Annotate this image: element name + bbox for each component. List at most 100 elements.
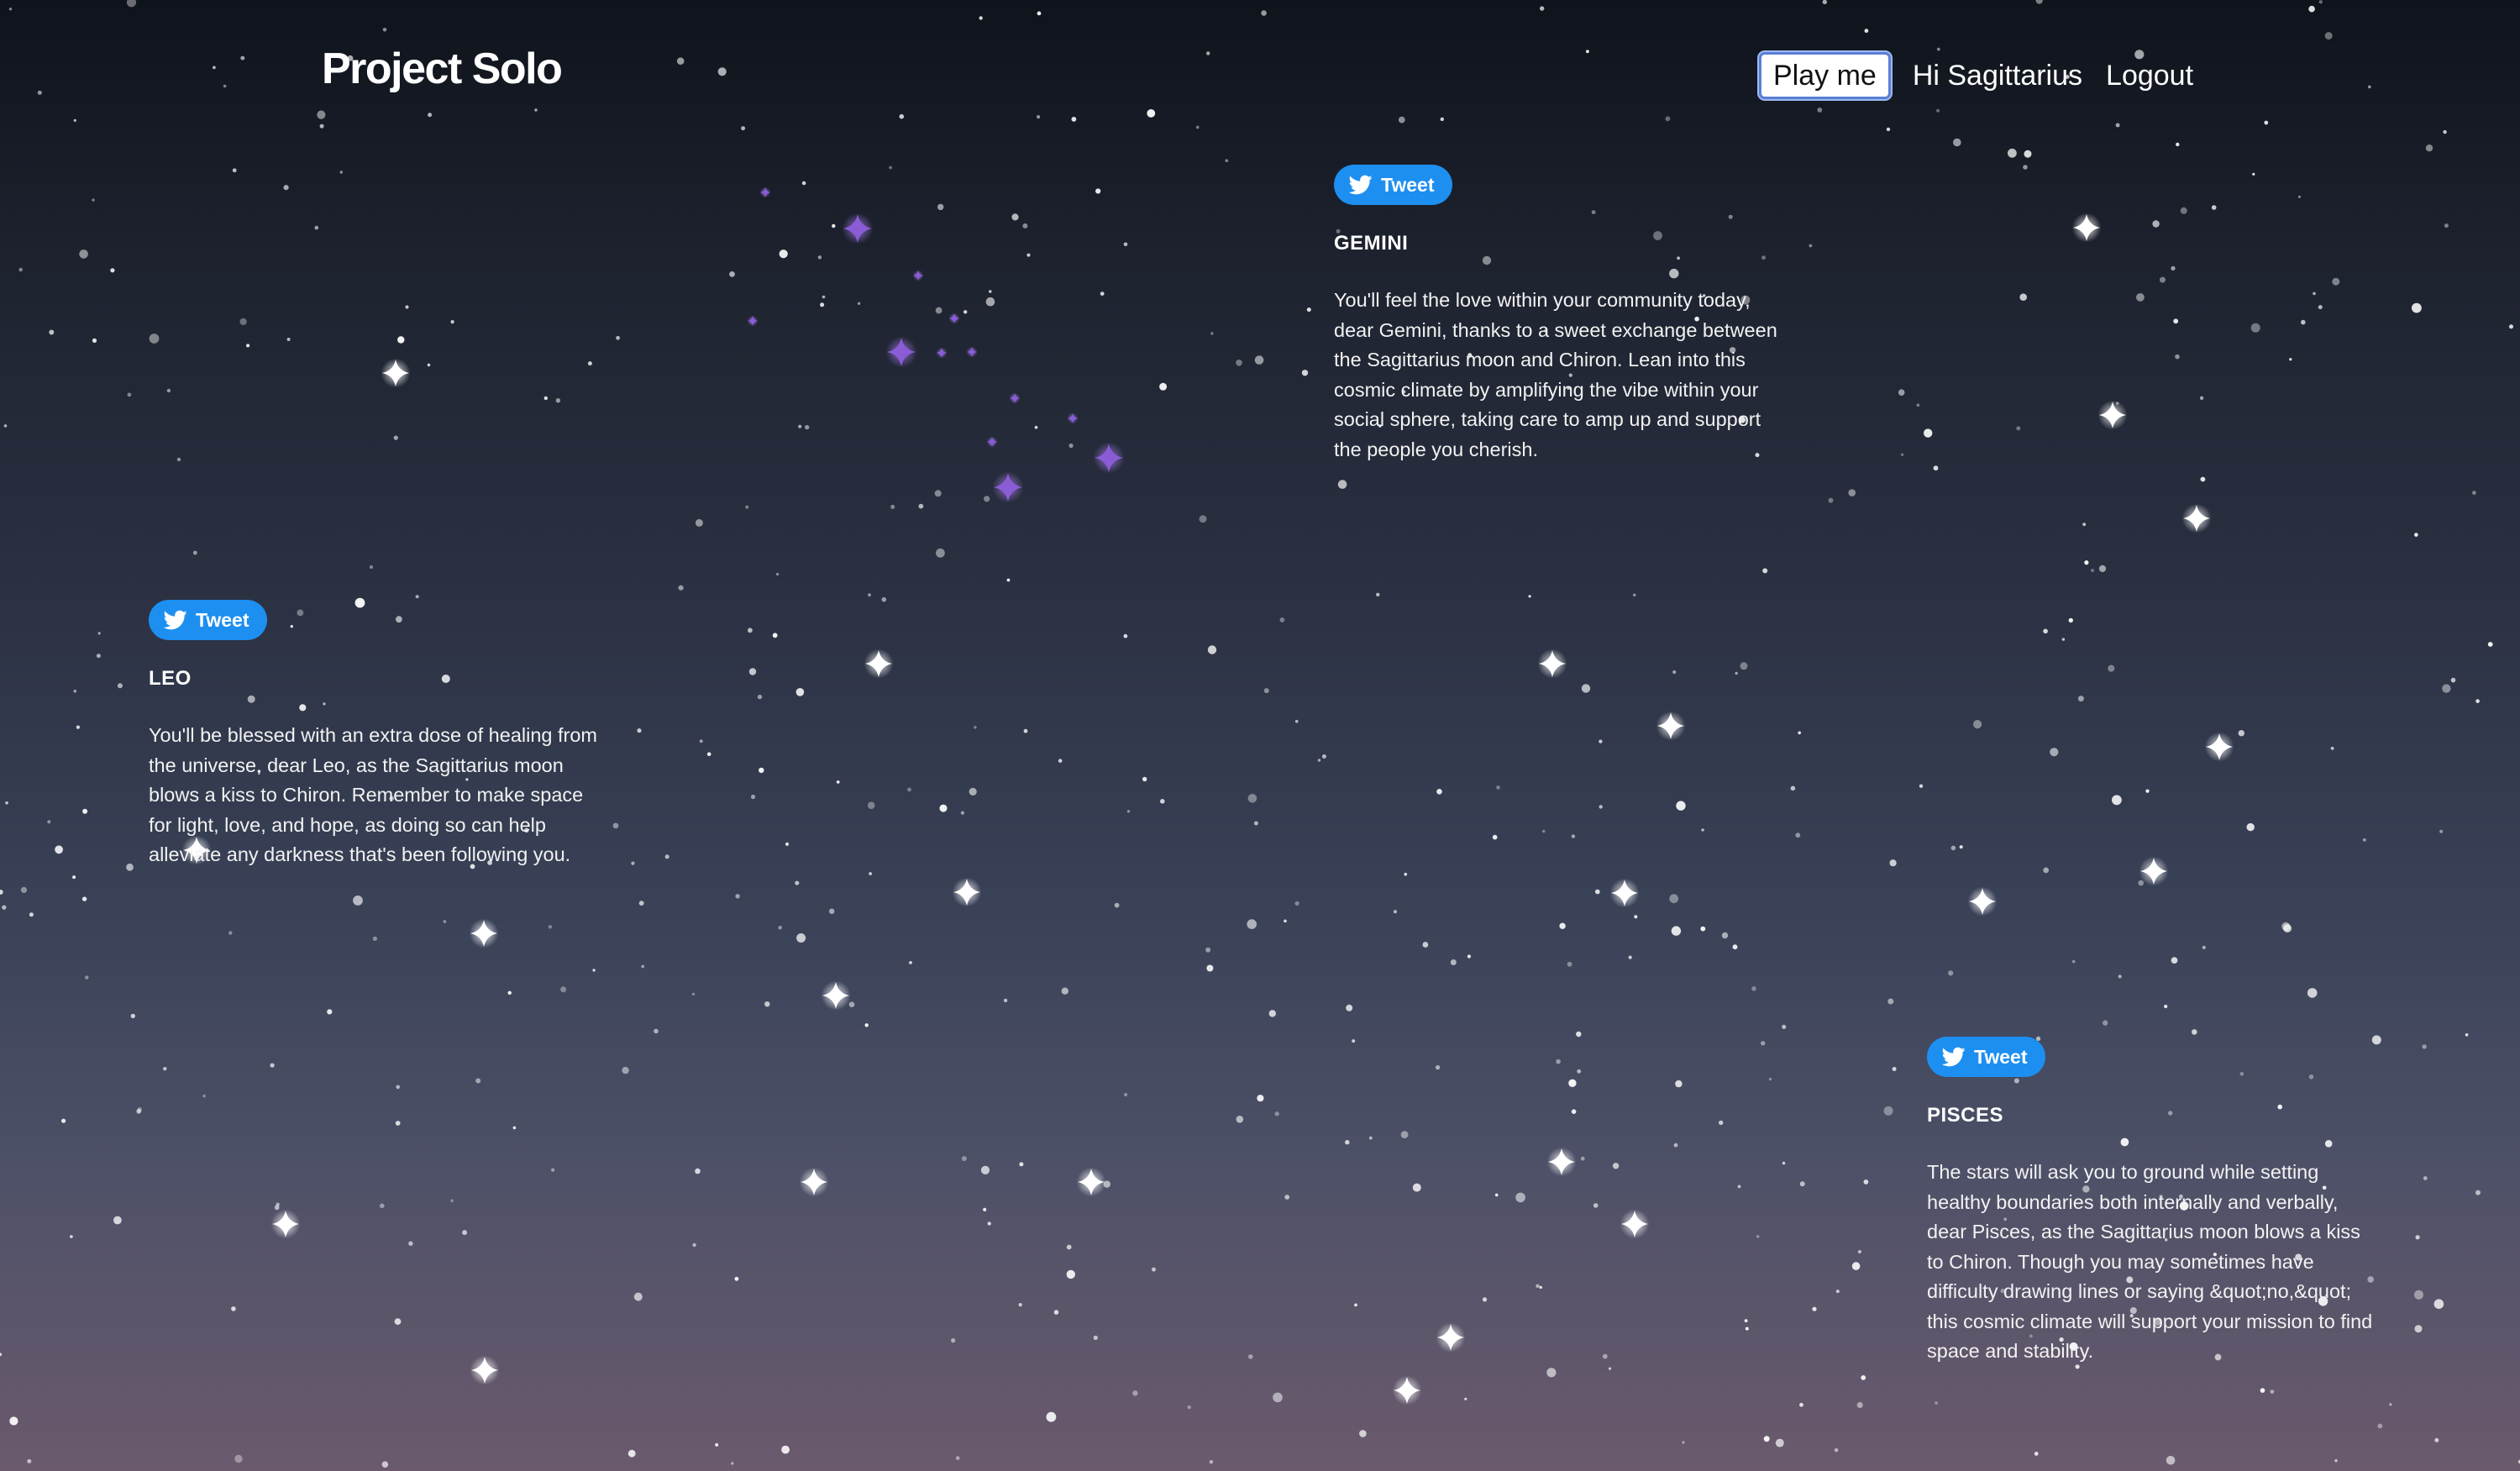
star-dot <box>5 801 8 805</box>
star-dot <box>1321 754 1326 759</box>
star-dot <box>979 16 983 20</box>
star-dot <box>1900 453 1904 456</box>
star-dot <box>1828 497 1834 503</box>
star-dot <box>20 886 28 893</box>
star-dot <box>327 1009 333 1015</box>
star-dot <box>393 435 398 440</box>
star-dot <box>117 683 123 689</box>
star-dot <box>798 424 802 428</box>
star-dot <box>1675 1080 1683 1088</box>
star-dot <box>795 688 805 696</box>
star-dot <box>1206 51 1210 55</box>
star-dot <box>2071 959 2076 964</box>
star-dot <box>1404 872 1408 876</box>
star-dot <box>1124 1093 1128 1096</box>
sparkle-star-icon <box>799 1167 829 1197</box>
star-dot <box>319 123 324 129</box>
star-dot <box>2116 402 2119 405</box>
star-dot <box>551 1168 555 1172</box>
star-dot <box>1599 739 1603 743</box>
star-dot <box>1665 116 1671 122</box>
star-dot <box>2250 323 2260 333</box>
star-dot <box>1886 127 1891 132</box>
star-dot <box>2 905 7 910</box>
star-dot <box>0 890 3 895</box>
star-dot <box>1352 1039 1356 1043</box>
logout-link[interactable]: Logout <box>2106 60 2193 92</box>
star-dot <box>428 113 433 118</box>
horoscope-text: You'll feel the love within your communi… <box>1334 289 1777 460</box>
star-dot <box>2016 426 2021 431</box>
star-dot <box>1159 382 1168 391</box>
star-dot <box>2377 1423 2383 1429</box>
star-dot <box>735 894 740 899</box>
tweet-button[interactable]: Tweet <box>149 600 268 640</box>
star-dot <box>1467 954 1471 959</box>
star-dot <box>2180 207 2187 214</box>
twitter-bird-icon <box>1942 1047 1966 1067</box>
star-dot <box>2050 748 2059 757</box>
star-dot <box>96 654 101 659</box>
star-dot <box>1247 919 1257 929</box>
sparkle-star-icon <box>2181 503 2212 533</box>
sign-title: LEO <box>149 667 192 690</box>
star-dot <box>231 1306 236 1311</box>
play-button[interactable]: Play me <box>1759 52 1891 99</box>
star-dot <box>2043 867 2050 874</box>
star-dot <box>1393 910 1398 914</box>
star-dot <box>1756 1235 1760 1238</box>
star-dot <box>396 1085 401 1090</box>
star-dot <box>939 804 948 812</box>
star-dot <box>1294 901 1299 906</box>
star-dot <box>654 1028 659 1034</box>
star-dot <box>1515 1192 1525 1203</box>
star-dot <box>1959 845 1963 849</box>
sparkle-star-icon <box>986 436 998 448</box>
star-dot <box>1528 595 1531 598</box>
star-dot <box>764 1001 770 1007</box>
star-dot <box>2283 924 2292 933</box>
star-dot <box>2035 0 2043 4</box>
star-dot <box>1577 1069 1582 1074</box>
star-dot <box>1567 961 1572 967</box>
star-dot <box>1359 1430 1367 1437</box>
star-dot <box>1492 834 1498 840</box>
tweet-button[interactable]: Tweet <box>1927 1037 2046 1077</box>
star-dot <box>2442 684 2451 693</box>
tweet-label: Tweet <box>1381 173 1435 196</box>
star-dot <box>1721 932 1729 939</box>
star-dot <box>1279 617 1285 623</box>
tweet-button[interactable]: Tweet <box>1334 165 1453 205</box>
star-dot <box>1883 1106 1893 1116</box>
star-dot <box>616 335 620 340</box>
star-dot <box>989 290 992 293</box>
tweet-label: Tweet <box>196 608 249 631</box>
star-dot <box>1496 785 1500 790</box>
star-dot <box>92 338 97 343</box>
star-dot <box>72 875 76 880</box>
star-dot <box>909 961 912 964</box>
star-dot <box>805 424 810 430</box>
star-dot <box>695 1168 701 1174</box>
star-dot <box>1556 1059 1561 1064</box>
star-dot <box>1247 794 1257 803</box>
star-dot <box>1851 1262 1861 1270</box>
star-dot <box>1887 998 1894 1005</box>
star-dot <box>759 767 764 774</box>
star-dot <box>234 1454 243 1463</box>
star-dot <box>2475 699 2480 703</box>
star-dot <box>1126 810 1131 813</box>
sparkle-star-icon <box>912 270 924 281</box>
star-dot <box>1482 1297 1488 1302</box>
star-dot <box>717 67 727 76</box>
star-dot <box>2362 838 2366 842</box>
sparkle-star-icon <box>470 1355 500 1385</box>
star-dot <box>899 113 905 119</box>
star-dot <box>1740 662 1748 670</box>
star-dot <box>202 1094 206 1098</box>
star-dot <box>2439 829 2444 833</box>
star-dot <box>276 1202 280 1206</box>
brand-logo[interactable]: Project Solo <box>322 44 563 94</box>
sparkle-star-icon <box>936 347 948 359</box>
star-dot <box>1559 922 1566 929</box>
